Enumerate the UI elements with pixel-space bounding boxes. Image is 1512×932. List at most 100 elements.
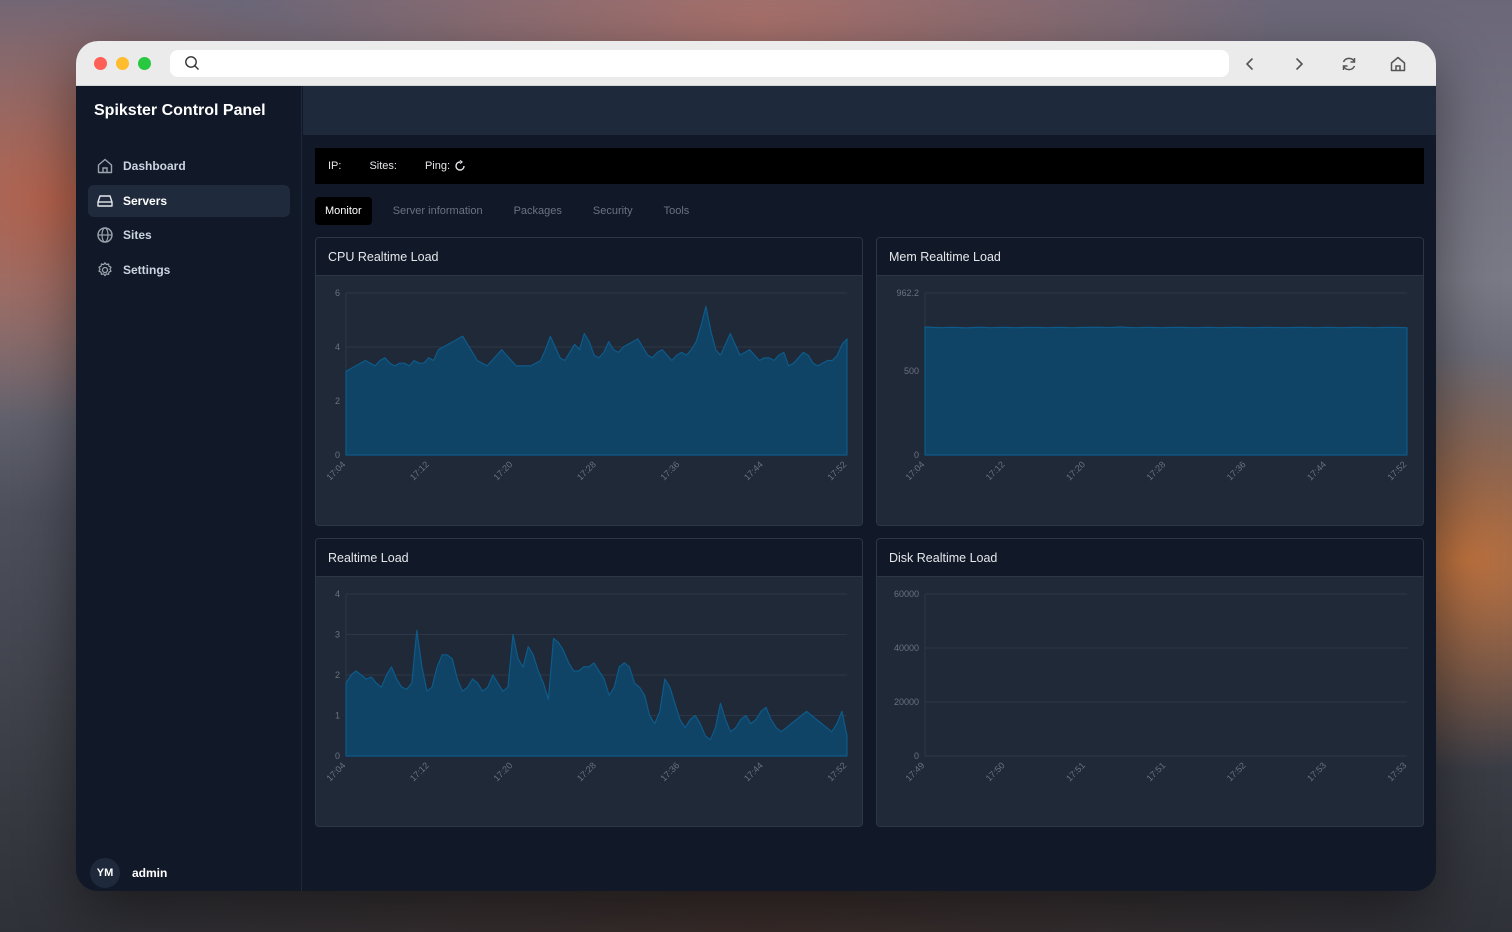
tab-security[interactable]: Security: [583, 197, 643, 225]
minimize-window-button[interactable]: [116, 57, 129, 70]
x-tick-label: 17:52: [825, 760, 848, 783]
ping-status: Ping:: [425, 160, 466, 172]
x-tick-label: 17:53: [1385, 760, 1408, 783]
forward-icon[interactable]: [1288, 53, 1310, 75]
y-tick-label: 20000: [894, 697, 919, 707]
area-series: [345, 629, 848, 757]
cpu-load-chart: 0 2 4 6 17:04 17:12 17:20 17:28 17:36 17:44 17:52: [324, 288, 848, 482]
loading-spinner-icon: [455, 160, 465, 171]
sidebar-item-settings[interactable]: Settings: [88, 254, 290, 286]
x-tick-label: 17:44: [742, 459, 765, 482]
y-tick-label: 40000: [894, 643, 919, 653]
chart-title: Mem Realtime Load: [877, 238, 1423, 276]
area-series: [924, 326, 1408, 456]
user-name: admin: [132, 866, 168, 880]
x-tick-label: 17:20: [1064, 459, 1087, 482]
chart-title: Disk Realtime Load: [877, 539, 1423, 577]
x-tick-label: 17:04: [324, 760, 347, 783]
x-tick-label: 17:52: [1385, 459, 1408, 482]
top-header: [303, 86, 1436, 135]
x-tick-label: 17:49: [903, 760, 926, 783]
x-tick-label: 17:51: [1064, 760, 1087, 783]
avatar: YM: [90, 858, 120, 888]
x-tick-label: 17:28: [575, 459, 598, 482]
sidebar-item-label: Servers: [123, 194, 168, 208]
user-profile[interactable]: YM admin: [90, 858, 167, 888]
realtime-load-card: Realtime Load 0 1 2 3 4 17:04 17:12 17:20 17:28 1…: [315, 538, 863, 827]
y-tick-label: 0: [914, 450, 919, 460]
cpu-load-card: CPU Realtime Load 0 2 4 6 17:04 17:12 17:20 17:…: [315, 237, 863, 526]
sidebar-item-label: Dashboard: [123, 159, 186, 173]
close-window-button[interactable]: [94, 57, 107, 70]
x-tick-label: 17:36: [658, 459, 681, 482]
x-tick-label: 17:51: [1144, 760, 1167, 783]
brand-title: Spikster Control Panel: [94, 102, 266, 119]
y-tick-label: 6: [335, 288, 340, 298]
reload-icon[interactable]: [1338, 53, 1360, 75]
x-tick-label: 17:28: [1144, 459, 1167, 482]
y-tick-label: 0: [914, 751, 919, 761]
y-tick-label: 4: [335, 589, 340, 599]
y-tick-label: 1: [335, 711, 340, 721]
mem-load-card: Mem Realtime Load 0 500 962.2 17:04 17:12 17:…: [876, 237, 1424, 526]
sidebar-item-label: Sites: [123, 228, 152, 242]
mem-load-chart: 0 500 962.2 17:04 17:12 17:20 17:28 17:36 17:44 1…: [896, 288, 1408, 482]
chart-title: Realtime Load: [316, 539, 862, 577]
tab-server-information[interactable]: Server information: [383, 197, 493, 225]
gear-icon: [98, 262, 112, 277]
chart-title: CPU Realtime Load: [316, 238, 862, 276]
x-tick-label: 17:53: [1305, 760, 1328, 783]
disk-load-card: Disk Realtime Load 0 20000 40000 60000 17:49…: [876, 538, 1424, 827]
y-tick-label: 0: [335, 450, 340, 460]
server-icon: [97, 195, 113, 207]
home-icon: [97, 158, 113, 174]
y-tick-label: 2: [335, 670, 340, 680]
disk-load-chart: 0 20000 40000 60000 17:49 17:50 17:51 17:51 17:5…: [894, 589, 1408, 783]
x-tick-label: 17:04: [324, 459, 347, 482]
server-info-bar: IP: Sites: Ping:: [315, 148, 1424, 184]
globe-icon: [97, 227, 113, 243]
x-tick-label: 17:12: [984, 459, 1007, 482]
tab-monitor[interactable]: Monitor: [315, 197, 372, 225]
x-tick-label: 17:50: [984, 760, 1007, 783]
x-tick-label: 17:36: [658, 760, 681, 783]
sidebar-item-servers[interactable]: Servers: [88, 185, 290, 217]
y-tick-label: 2: [335, 396, 340, 406]
sites-label: Sites:: [369, 160, 397, 172]
home-nav-icon[interactable]: [1387, 53, 1409, 75]
x-tick-label: 17:44: [742, 760, 765, 783]
ip-label: IP:: [328, 160, 342, 172]
browser-window: Spikster Control Panel Dashboard Servers…: [76, 41, 1436, 891]
x-tick-label: 17:44: [1305, 459, 1328, 482]
tab-bar: Monitor Server information Packages Secu…: [315, 197, 710, 225]
x-tick-label: 17:20: [491, 459, 514, 482]
sidebar-item-dashboard[interactable]: Dashboard: [88, 150, 290, 182]
x-tick-label: 17:20: [491, 760, 514, 783]
y-tick-label: 500: [904, 366, 919, 376]
search-icon: [185, 56, 199, 70]
tab-packages[interactable]: Packages: [504, 197, 572, 225]
realtime-load-chart: 0 1 2 3 4 17:04 17:12 17:20 17:28 17:36 17:44 17:52: [324, 589, 848, 783]
tab-tools[interactable]: Tools: [654, 197, 700, 225]
sidebar: Spikster Control Panel Dashboard Servers…: [76, 86, 302, 891]
maximize-window-button[interactable]: [138, 57, 151, 70]
y-tick-label: 4: [335, 342, 340, 352]
x-tick-label: 17:28: [575, 760, 598, 783]
x-tick-label: 17:52: [1225, 760, 1248, 783]
y-tick-label: 962.2: [896, 288, 919, 298]
x-tick-label: 17:12: [408, 459, 431, 482]
ping-label: Ping:: [424, 160, 451, 172]
y-tick-label: 60000: [894, 589, 919, 599]
browser-titlebar: [76, 41, 1436, 86]
x-tick-label: 17:04: [903, 459, 926, 482]
address-bar[interactable]: [170, 50, 1229, 77]
x-tick-label: 17:52: [825, 459, 848, 482]
area-series: [345, 305, 848, 456]
back-icon[interactable]: [1239, 53, 1261, 75]
main-content: IP: Sites: Ping: Monitor Server informat…: [303, 86, 1436, 891]
x-tick-label: 17:36: [1225, 459, 1248, 482]
y-tick-label: 3: [335, 630, 340, 640]
x-tick-label: 17:12: [408, 760, 431, 783]
sidebar-item-label: Settings: [123, 263, 171, 277]
sidebar-item-sites[interactable]: Sites: [88, 219, 290, 251]
